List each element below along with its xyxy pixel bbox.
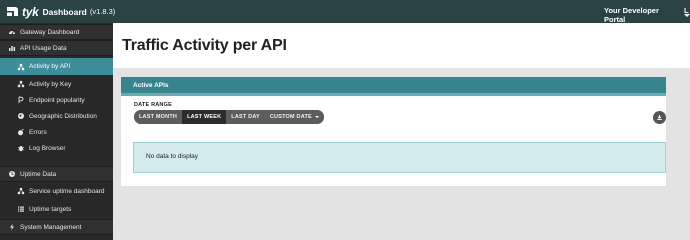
nodes-icon — [17, 187, 25, 195]
sidebar-item-gateway-dashboard[interactable]: Gateway Dashboard — [0, 24, 113, 40]
bolt-icon — [8, 223, 16, 231]
sidebar-item-geographic-distribution[interactable]: Geographic Distribution — [0, 108, 113, 124]
pulse-icon — [17, 96, 25, 104]
custom-date-label: CUSTOM DATE — [269, 114, 312, 120]
sidebar-item-activity-by-api[interactable]: Activity by API — [0, 58, 113, 75]
sidebar-item-label: System Management — [20, 223, 82, 231]
sidebar-item-system-management[interactable]: System Management — [0, 219, 113, 235]
sidebar-item-label: Activity by API — [29, 63, 71, 70]
last-week-button[interactable]: LAST WEEK — [182, 110, 227, 124]
tyk-logo-icon — [7, 7, 18, 16]
sidebar-item-endpoint-popularity[interactable]: Endpoint popularity — [0, 92, 113, 108]
custom-date-button[interactable]: CUSTOM DATE — [264, 110, 324, 124]
sidebar-item-label: Uptime targets — [29, 205, 72, 213]
sidebar-item-label: Gateway Dashboard — [20, 28, 80, 36]
sidebar-item-uptime-data[interactable]: Uptime Data — [0, 166, 113, 182]
last-month-button[interactable]: LAST MONTH — [134, 110, 183, 124]
version-label: (v1.8.3) — [89, 7, 116, 16]
panel-title: Active APIs — [133, 82, 169, 89]
sidebar-item-label: Endpoint popularity — [29, 96, 85, 104]
list-icon — [17, 205, 25, 213]
download-icon — [657, 115, 662, 120]
empty-state-message: No data to display — [146, 153, 199, 160]
sidebar-item-label: Geographic Distribution — [29, 112, 97, 120]
chevron-down-icon — [314, 116, 319, 118]
panel-header: Active APIs — [121, 77, 666, 96]
sidebar-item-label: Log Browser — [29, 144, 66, 152]
sidebar-item-uptime-targets[interactable]: Uptime targets — [0, 201, 113, 217]
sidebar-item-log-browser[interactable]: Log Browser — [0, 140, 113, 156]
clock-icon — [8, 170, 16, 178]
empty-state-alert: No data to display — [133, 142, 666, 173]
date-range-selector: LAST MONTH LAST WEEK LAST DAY CUSTOM DAT… — [134, 110, 324, 124]
download-button[interactable] — [653, 111, 666, 124]
page-header: Traffic Activity per API — [113, 23, 690, 68]
sidebar-item-label: Uptime Data — [20, 170, 57, 178]
sidebar-item-service-uptime-dashboard[interactable]: Service uptime dashboard — [0, 183, 113, 199]
globe-icon — [17, 112, 25, 120]
page-title: Traffic Activity per API — [122, 37, 287, 54]
last-day-button[interactable]: LAST DAY — [226, 110, 265, 124]
sidebar-item-label: Service uptime dashboard — [29, 187, 105, 195]
nodes-icon — [17, 80, 25, 88]
sidebar-item-label: API Usage Data — [20, 44, 67, 52]
sidebar-item-activity-by-key[interactable]: Activity by Key — [0, 76, 113, 92]
user-menu[interactable]: L — [684, 6, 689, 15]
active-apis-panel: Active APIs DATE RANGE LAST MONTH LAST W… — [121, 77, 666, 186]
developer-portal-menu[interactable]: Your Developer Portal — [604, 6, 690, 24]
sidebar-item-label: Activity by Key — [29, 80, 72, 88]
bomb-icon — [17, 128, 25, 136]
date-range-label: DATE RANGE — [134, 102, 172, 108]
dashboard-icon — [8, 28, 16, 36]
sidebar-item-label: Errors — [29, 128, 47, 136]
product-name: Dashboard — [42, 6, 87, 17]
sidebar-item-api-usage-data[interactable]: API Usage Data — [0, 40, 113, 56]
tyk-logo[interactable]: tyk Dashboard (v1.8.3) — [6, 4, 115, 19]
top-bar: tyk Dashboard (v1.8.3) Your Developer Po… — [0, 0, 690, 24]
bug-icon — [17, 144, 25, 152]
developer-portal-label: Your Developer Portal — [604, 6, 659, 24]
brand-name: tyk — [22, 4, 39, 19]
chart-icon — [8, 44, 16, 52]
sidebar-item-errors[interactable]: Errors — [0, 124, 113, 140]
sidebar: Gateway Dashboard API Usage Data Activit… — [0, 23, 113, 240]
nodes-icon — [17, 63, 25, 71]
